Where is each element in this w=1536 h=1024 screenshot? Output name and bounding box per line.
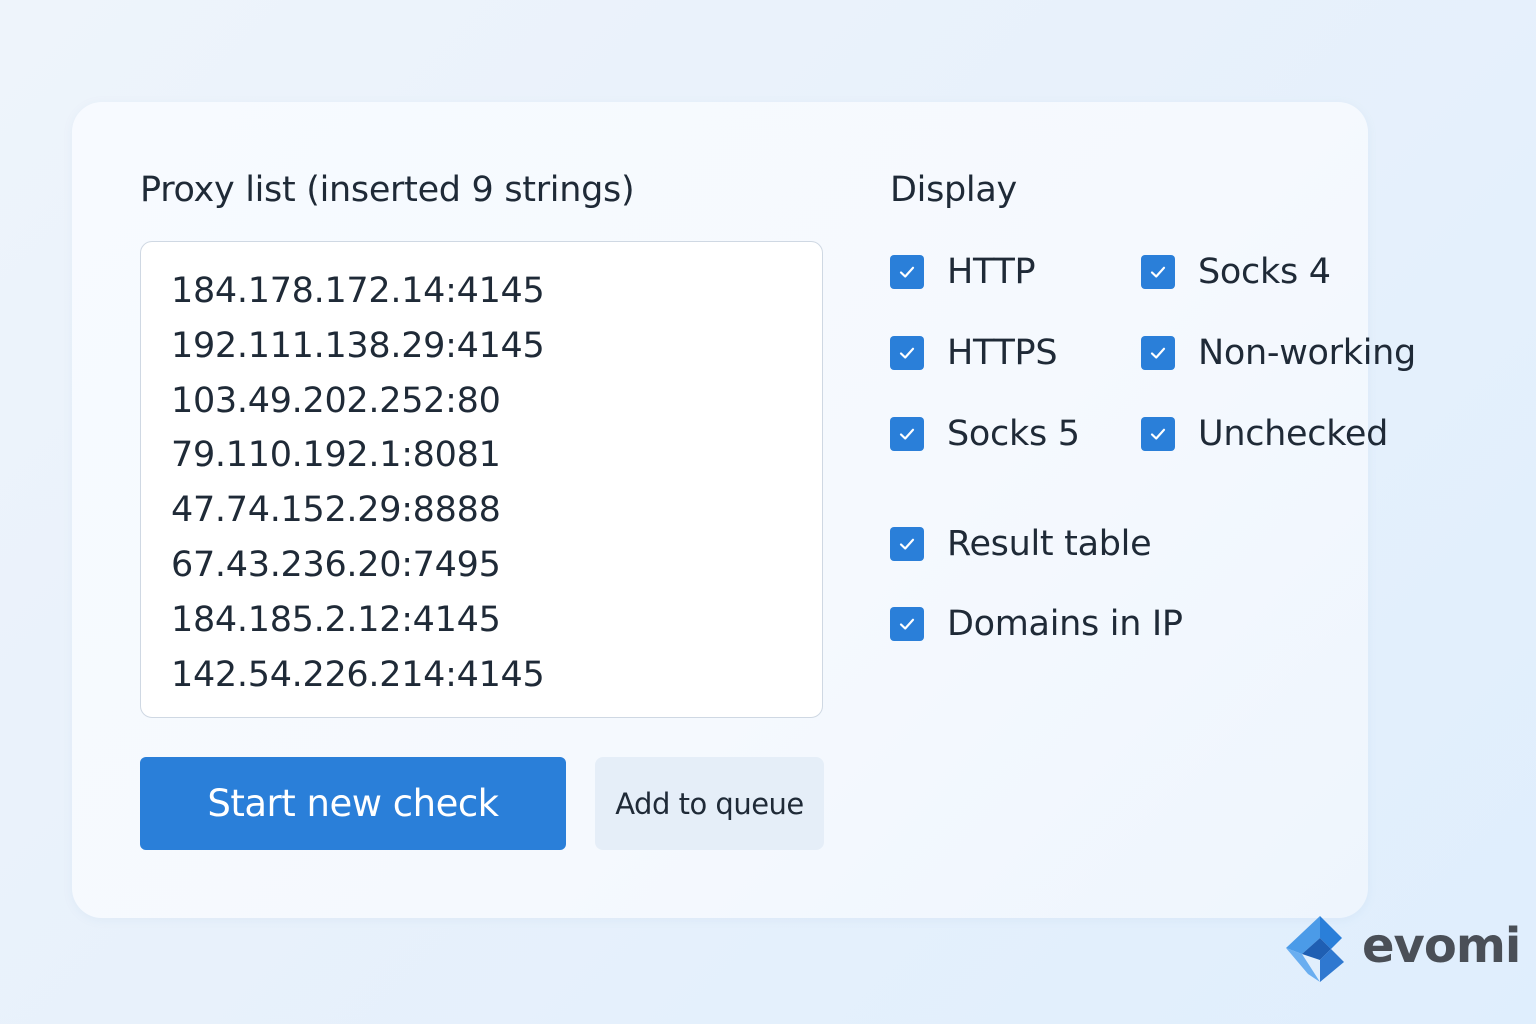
display-section-label: Display — [890, 170, 1017, 210]
proxy-entry: 142.54.226.214:4145 — [171, 654, 545, 695]
proxy-list-textarea[interactable]: 184.178.172.14:4145 192.111.138.29:4145 … — [140, 241, 823, 718]
proxy-entry: 79.110.192.1:8081 — [171, 435, 501, 476]
display-option-label: Non-working — [1198, 333, 1416, 373]
display-option-label: Result table — [947, 524, 1152, 564]
proxy-entry: 103.49.202.252:80 — [171, 380, 501, 421]
display-option-unchecked[interactable]: Unchecked — [1141, 414, 1388, 454]
checkbox-checked-icon[interactable] — [890, 527, 924, 561]
checkbox-checked-icon[interactable] — [1141, 417, 1175, 451]
brand-logo: evomi — [1282, 912, 1521, 986]
evomi-logo-icon — [1286, 916, 1344, 982]
display-option-https[interactable]: HTTPS — [890, 333, 1058, 373]
checkbox-checked-icon[interactable] — [1141, 255, 1175, 289]
proxy-entry: 184.185.2.12:4145 — [171, 599, 501, 640]
display-option-label: Domains in IP — [947, 604, 1183, 644]
display-option-label: HTTP — [947, 252, 1036, 292]
proxy-entry: 47.74.152.29:8888 — [171, 490, 501, 531]
display-option-http[interactable]: HTTP — [890, 252, 1036, 292]
checkbox-checked-icon[interactable] — [890, 417, 924, 451]
proxy-entry: 192.111.138.29:4145 — [171, 325, 545, 366]
proxy-entry: 67.43.236.20:7495 — [171, 544, 501, 585]
proxy-list-label: Proxy list (inserted 9 strings) — [140, 170, 635, 210]
display-option-label: Socks 5 — [947, 414, 1080, 454]
brand-name: evomi — [1362, 918, 1521, 974]
checkbox-checked-icon[interactable] — [1141, 336, 1175, 370]
display-option-non-working[interactable]: Non-working — [1141, 333, 1416, 373]
display-option-socks4[interactable]: Socks 4 — [1141, 252, 1331, 292]
display-option-result-table[interactable]: Result table — [890, 524, 1152, 564]
checkbox-checked-icon[interactable] — [890, 255, 924, 289]
start-new-check-button[interactable]: Start new check — [140, 757, 566, 850]
add-to-queue-button[interactable]: Add to queue — [595, 757, 824, 850]
display-option-label: HTTPS — [947, 333, 1058, 373]
display-option-socks5[interactable]: Socks 5 — [890, 414, 1080, 454]
checkbox-checked-icon[interactable] — [890, 607, 924, 641]
display-option-label: Unchecked — [1198, 414, 1389, 454]
checkbox-checked-icon[interactable] — [890, 336, 924, 370]
display-option-domains-in-ip[interactable]: Domains in IP — [890, 604, 1183, 644]
proxy-entry: 184.178.172.14:4145 — [171, 271, 545, 311]
display-option-label: Socks 4 — [1198, 252, 1331, 292]
